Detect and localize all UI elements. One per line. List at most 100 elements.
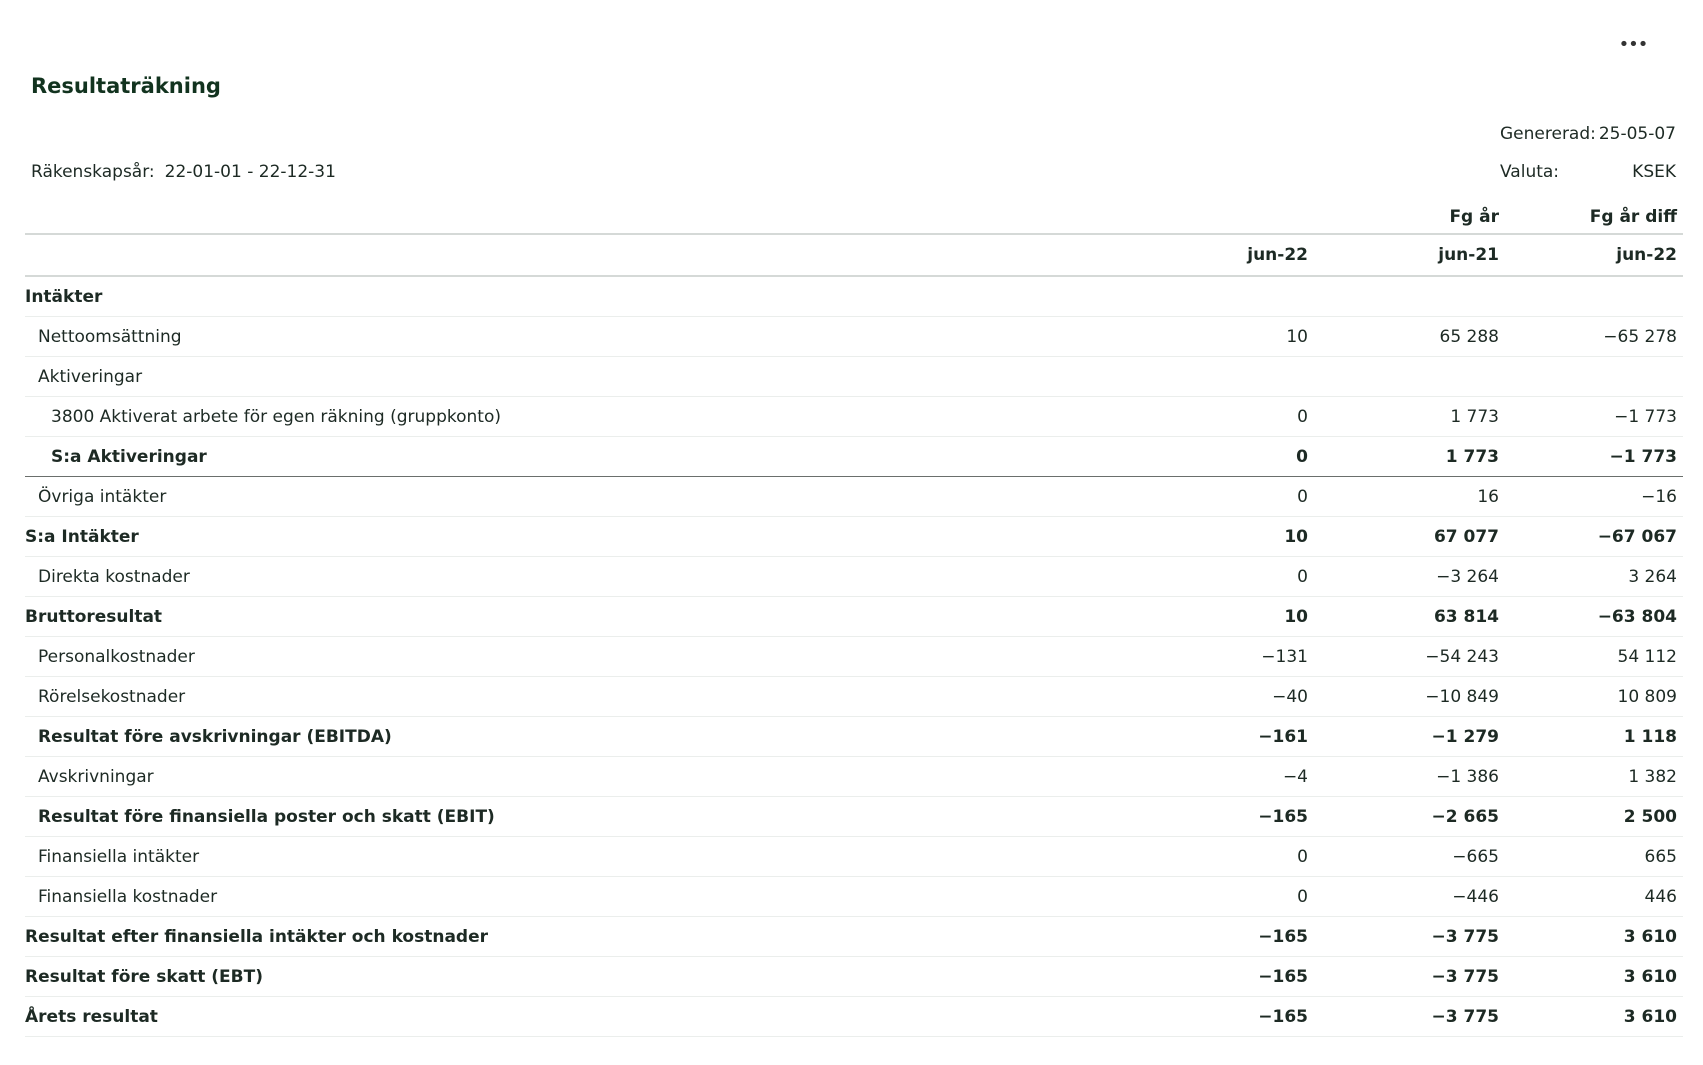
value-previous-year: 65 288 (1439, 326, 1499, 347)
fiscal-year-value: 22-01-01 - 22-12-31 (164, 162, 336, 182)
value-diff: −1 773 (1614, 406, 1677, 427)
value-diff: −67 067 (1597, 526, 1677, 547)
row-label: Resultat efter finansiella intäkter och … (25, 926, 488, 947)
row-label: Finansiella kostnader (38, 886, 218, 907)
generated-label: Genererad: (1500, 124, 1596, 144)
currency-label: Valuta: (1500, 162, 1560, 182)
value-current: 10 (1284, 526, 1308, 547)
table-row: Finansiella kostnader 0 −446 446 (25, 877, 1683, 917)
column-header-period-2: jun-21 (1438, 245, 1499, 265)
table-row: Rörelsekostnader −40 −10 849 10 809 (25, 677, 1683, 717)
row-label: Bruttoresultat (25, 606, 163, 627)
row-label: Resultat före skatt (EBT) (25, 966, 263, 987)
value-current: 10 (1284, 606, 1308, 627)
value-diff: 3 610 (1623, 926, 1677, 947)
column-header-bottom: jun-22 jun-21 jun-22 (25, 235, 1683, 277)
row-label: Direkta kostnader (38, 566, 190, 587)
table-row: Avskrivningar −4 −1 386 1 382 (25, 757, 1683, 797)
row-label: Intäkter (25, 286, 103, 307)
more-options-icon[interactable]: ••• (1618, 30, 1649, 60)
value-diff: −63 804 (1597, 606, 1677, 627)
value-diff: −16 (1641, 486, 1677, 507)
value-previous-year: −665 (1452, 846, 1499, 867)
value-diff: 3 610 (1623, 966, 1677, 987)
value-diff: 1 118 (1623, 726, 1677, 747)
value-current: 0 (1297, 886, 1308, 907)
value-previous-year: 63 814 (1433, 606, 1499, 627)
fiscal-year-label: Räkenskapsår: (31, 162, 155, 182)
value-diff: 2 500 (1623, 806, 1677, 827)
value-current: 0 (1297, 846, 1308, 867)
value-previous-year: −54 243 (1425, 646, 1499, 667)
value-previous-year: −3 775 (1431, 926, 1499, 947)
value-previous-year: −3 775 (1431, 966, 1499, 987)
report-title: Resultaträkning (31, 74, 221, 98)
table-row: Nettoomsättning 10 65 288 −65 278 (25, 317, 1683, 357)
table-body: Intäkter Nettoomsättning 10 65 288 −65 278 Ak… (25, 277, 1683, 1037)
table-row: S:a Intäkter 10 67 077 −67 067 (25, 517, 1683, 557)
value-current: −131 (1261, 646, 1308, 667)
value-previous-year: −446 (1452, 886, 1499, 907)
value-previous-year: −10 849 (1425, 686, 1499, 707)
value-current: −165 (1258, 1006, 1308, 1027)
row-label: S:a Aktiveringar (51, 446, 207, 467)
value-current: 0 (1297, 566, 1308, 587)
row-label: Resultat före avskrivningar (EBITDA) (38, 726, 392, 747)
row-label: Personalkostnader (38, 646, 195, 667)
row-label: Övriga intäkter (38, 486, 167, 507)
value-diff: −65 278 (1603, 326, 1677, 347)
value-current: −161 (1258, 726, 1308, 747)
row-label: Avskrivningar (38, 766, 154, 787)
column-header-top-3: Fg år diff (1589, 206, 1677, 227)
value-diff: 10 809 (1617, 686, 1677, 707)
value-previous-year: −3 264 (1436, 566, 1499, 587)
value-current: −165 (1258, 806, 1308, 827)
value-previous-year: −3 775 (1431, 1006, 1499, 1027)
table-row: Intäkter (25, 277, 1683, 317)
row-label: Aktiveringar (38, 366, 143, 387)
value-current: 0 (1297, 406, 1308, 427)
value-current: 10 (1286, 326, 1308, 347)
column-header-period-3: jun-22 (1616, 245, 1677, 265)
table-row: Bruttoresultat 10 63 814 −63 804 (25, 597, 1683, 637)
value-diff: −1 773 (1609, 446, 1677, 467)
value-current: −165 (1258, 966, 1308, 987)
row-label: 3800 Aktiverat arbete för egen räkning (… (51, 406, 501, 427)
table-row: 3800 Aktiverat arbete för egen räkning (… (25, 397, 1683, 437)
table-row: Resultat före finansiella poster och ska… (25, 797, 1683, 837)
table-row: S:a Aktiveringar 0 1 773 −1 773 (25, 437, 1683, 477)
table-row: Resultat före avskrivningar (EBITDA) −161… (25, 717, 1683, 757)
column-header-top: Fg år Fg år diff (25, 200, 1683, 235)
row-label: Finansiella intäkter (38, 846, 200, 867)
value-current: −40 (1272, 686, 1308, 707)
value-previous-year: 16 (1477, 486, 1499, 507)
value-current: 0 (1296, 446, 1308, 467)
income-statement-table: Fg år Fg år diff jun-22 jun-21 jun-22 In… (25, 200, 1683, 1037)
table-row: Personalkostnader −131 −54 243 54 112 (25, 637, 1683, 677)
value-previous-year: 67 077 (1433, 526, 1499, 547)
fiscal-year: Räkenskapsår: 22-01-01 - 22-12-31 (31, 162, 336, 182)
value-diff: 3 264 (1628, 566, 1677, 587)
table-row: Direkta kostnader 0 −3 264 3 264 (25, 557, 1683, 597)
table-row: Årets resultat −165 −3 775 3 610 (25, 997, 1683, 1037)
value-diff: 1 382 (1628, 766, 1677, 787)
value-diff: 54 112 (1617, 646, 1677, 667)
table-row: Finansiella intäkter 0 −665 665 (25, 837, 1683, 877)
table-row: Resultat efter finansiella intäkter och … (25, 917, 1683, 957)
row-label: Resultat före finansiella poster och ska… (38, 806, 495, 827)
table-row: Övriga intäkter 0 16 −16 (25, 477, 1683, 517)
currency-value: KSEK (1632, 162, 1676, 182)
column-header-top-2: Fg år (1449, 206, 1499, 227)
value-diff: 446 (1644, 886, 1677, 907)
table-row: Aktiveringar (25, 357, 1683, 397)
value-previous-year: −2 665 (1431, 806, 1499, 827)
value-previous-year: −1 386 (1436, 766, 1499, 787)
value-previous-year: 1 773 (1445, 446, 1499, 467)
value-current: −4 (1282, 766, 1308, 787)
value-current: 0 (1297, 486, 1308, 507)
value-previous-year: 1 773 (1450, 406, 1499, 427)
column-header-period-1: jun-22 (1247, 245, 1308, 265)
row-label: Nettoomsättning (38, 326, 182, 347)
value-diff: 3 610 (1623, 1006, 1677, 1027)
row-label: Årets resultat (25, 1006, 158, 1027)
